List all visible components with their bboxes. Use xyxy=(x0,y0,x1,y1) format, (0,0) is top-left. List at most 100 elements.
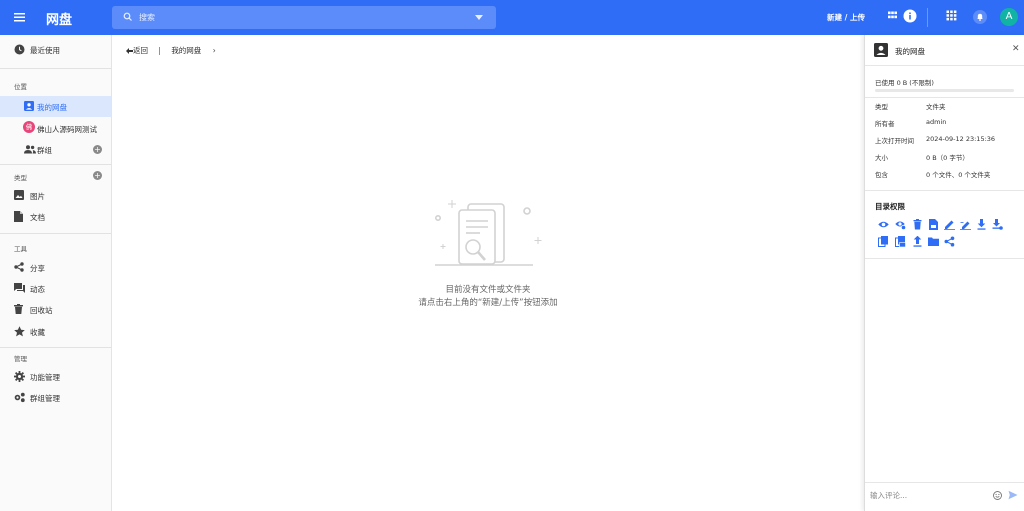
info-icon[interactable] xyxy=(903,9,917,23)
divider xyxy=(865,258,1024,259)
sidebar-item-label: 动态 xyxy=(30,285,45,294)
group-settings-icon xyxy=(14,392,26,403)
copy-permission-icon[interactable] xyxy=(878,236,889,247)
arrow-left-icon xyxy=(126,48,133,54)
section-header-admin: 管理 xyxy=(14,355,27,363)
prop-label-contains: 包含 xyxy=(875,171,888,179)
empty-state-title: 目前没有文件或文件夹 xyxy=(445,285,531,295)
search-bar[interactable] xyxy=(112,6,496,29)
prop-value-last-opened: 2024-09-12 23:15:36 xyxy=(926,135,996,143)
prop-label-owner: 所有者 xyxy=(875,120,895,128)
prop-value-size: 0 B（0 字节） xyxy=(926,154,969,162)
copy-to-permission-icon[interactable] xyxy=(895,236,906,247)
star-icon xyxy=(14,326,25,337)
divider xyxy=(865,482,1024,483)
section-header-location: 位置 xyxy=(14,83,27,91)
sidebar-item-label: 佛山人源码网测试 xyxy=(37,125,97,134)
sidebar-item-label: 群组 xyxy=(37,146,52,155)
sidebar: 最近使用 位置 我的网盘 佛 佛山人源码网测试 群组 + 类型 + 图片 文档 … xyxy=(0,35,112,511)
prop-value-owner: admin xyxy=(926,118,947,126)
grid-view-icon[interactable] xyxy=(887,10,898,21)
sidebar-item-images[interactable]: 图片 xyxy=(0,185,111,206)
menu-icon[interactable] xyxy=(8,6,30,28)
top-app-bar: 网盘 新建 / 上传 A xyxy=(0,0,1024,35)
storage-usage-text: 已使用 0 B (不限制) xyxy=(875,79,934,87)
upload-file-permission-icon[interactable] xyxy=(928,219,939,230)
sidebar-item-label: 文档 xyxy=(30,213,45,222)
close-icon[interactable]: ✕ xyxy=(1012,44,1020,54)
divider xyxy=(865,65,1024,66)
download-permission-icon[interactable] xyxy=(976,219,987,230)
apps-icon[interactable] xyxy=(946,10,957,21)
prop-label-last-opened: 上次打开时间 xyxy=(875,137,914,145)
groups-icon xyxy=(24,145,36,154)
back-button[interactable]: 返回 xyxy=(126,45,148,56)
empty-folder-illustration xyxy=(430,196,546,270)
folder-permission-icon[interactable] xyxy=(928,236,939,247)
document-icon xyxy=(14,211,23,222)
trash-icon xyxy=(14,304,23,314)
comment-input[interactable] xyxy=(870,484,990,506)
sidebar-item-activity[interactable]: 动态 xyxy=(0,278,111,299)
edit-permission-icon[interactable] xyxy=(944,219,955,230)
new-upload-button[interactable]: 新建 / 上传 xyxy=(827,12,865,23)
details-panel: 我的网盘 ✕ 已使用 0 B (不限制) 类型 文件夹 所有者 admin 上次… xyxy=(864,35,1024,511)
export-permission-icon[interactable] xyxy=(912,236,923,247)
sidebar-item-label: 回收站 xyxy=(30,306,53,315)
sidebar-item-label: 分享 xyxy=(30,264,45,273)
rename-permission-icon[interactable] xyxy=(960,219,971,230)
prop-value-type: 文件夹 xyxy=(926,103,946,111)
divider xyxy=(0,68,111,69)
view-permission-icon[interactable] xyxy=(878,219,889,230)
sidebar-item-shared-drive[interactable]: 佛 佛山人源码网测试 xyxy=(0,118,111,139)
divider xyxy=(865,97,1024,98)
sidebar-item-recent[interactable]: 最近使用 xyxy=(0,39,111,60)
delete-permission-icon[interactable] xyxy=(912,219,923,230)
clock-icon xyxy=(14,44,25,55)
divider xyxy=(0,233,111,234)
section-header-tools: 工具 xyxy=(14,245,27,253)
sidebar-item-label: 群组管理 xyxy=(30,394,60,403)
panel-title: 我的网盘 xyxy=(895,47,925,56)
chevron-right-icon[interactable]: › xyxy=(213,46,216,55)
prop-label-size: 大小 xyxy=(875,154,888,162)
search-options-dropdown-icon[interactable] xyxy=(475,15,483,21)
emoji-icon[interactable] xyxy=(993,491,1002,500)
drive-badge: 佛 xyxy=(23,121,35,133)
app-title: 网盘 xyxy=(46,13,73,28)
share-download-permission-icon[interactable] xyxy=(992,219,1003,230)
sidebar-item-function-management[interactable]: 功能管理 xyxy=(0,366,111,387)
user-avatar[interactable]: A xyxy=(1000,8,1018,26)
prop-value-contains: 0 个文件、0 个文件夹 xyxy=(926,171,991,179)
account-box-icon xyxy=(874,43,888,57)
sidebar-item-my-drive[interactable]: 我的网盘 xyxy=(0,96,111,117)
gear-icon xyxy=(14,371,25,382)
preview-permission-icon[interactable] xyxy=(895,219,906,230)
sidebar-item-label: 最近使用 xyxy=(30,46,60,55)
sidebar-item-label: 我的网盘 xyxy=(37,103,67,112)
add-group-button[interactable]: + xyxy=(93,145,102,154)
sidebar-item-group-management[interactable]: 群组管理 xyxy=(0,387,111,408)
sidebar-item-documents[interactable]: 文档 xyxy=(0,206,111,227)
image-icon xyxy=(14,190,24,200)
divider xyxy=(0,164,111,165)
forum-icon xyxy=(14,283,25,293)
back-label: 返回 xyxy=(133,46,148,55)
notifications-icon[interactable] xyxy=(973,10,987,24)
toolbar-divider xyxy=(927,8,928,27)
prop-label-type: 类型 xyxy=(875,103,888,111)
send-icon[interactable] xyxy=(1008,490,1018,500)
sidebar-item-favorites[interactable]: 收藏 xyxy=(0,321,111,342)
breadcrumb: 返回 | 我的网盘 › xyxy=(126,45,216,56)
breadcrumb-current[interactable]: 我的网盘 xyxy=(171,45,201,56)
share-permission-icon[interactable] xyxy=(944,236,955,247)
divider xyxy=(865,190,1024,191)
storage-usage-bar xyxy=(875,89,1014,92)
divider xyxy=(0,347,111,348)
sidebar-item-share[interactable]: 分享 xyxy=(0,257,111,278)
sidebar-item-label: 收藏 xyxy=(30,328,45,337)
sidebar-item-trash[interactable]: 回收站 xyxy=(0,299,111,320)
add-type-button[interactable]: + xyxy=(93,171,102,180)
account-box-icon xyxy=(24,101,34,111)
search-input[interactable] xyxy=(139,6,459,29)
